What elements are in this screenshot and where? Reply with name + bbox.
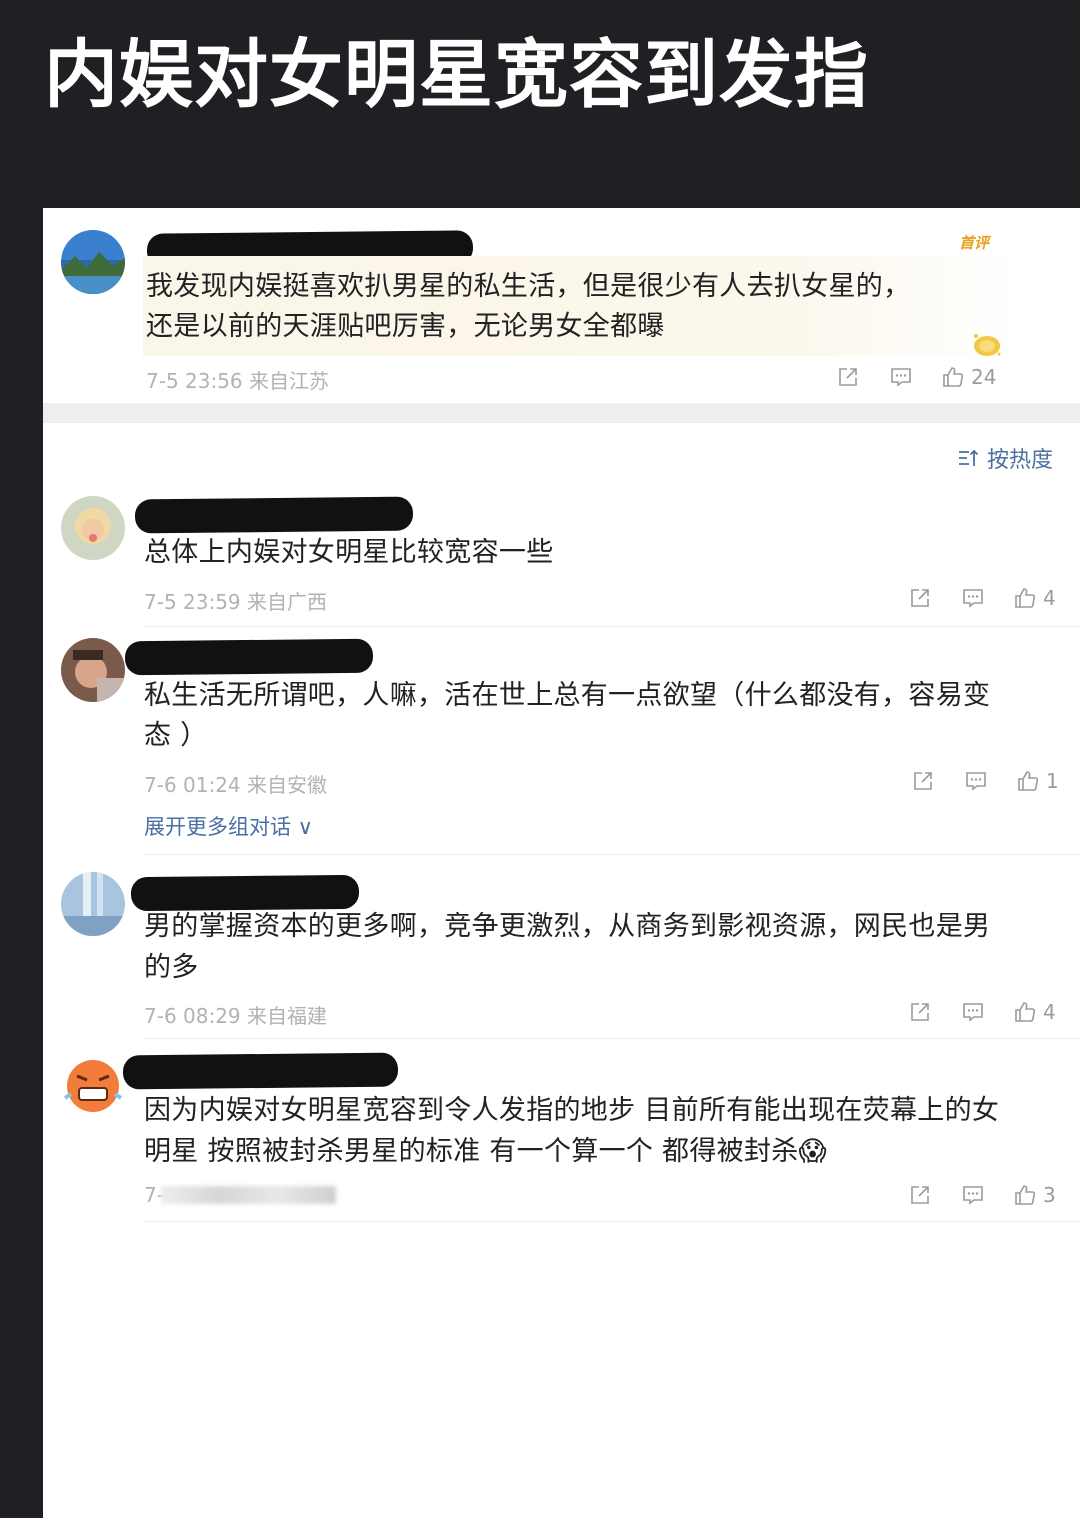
like-icon <box>1015 1185 1036 1205</box>
comment-button[interactable] <box>964 769 988 793</box>
like-count: 3 <box>1043 1183 1056 1207</box>
like-icon <box>1015 1002 1036 1022</box>
expand-conversations-link[interactable]: 展开更多组对话 ∨ <box>144 811 313 841</box>
like-count: 4 <box>1043 1000 1056 1024</box>
comment-button[interactable] <box>961 586 985 610</box>
like-count: 4 <box>1043 586 1056 610</box>
comment-text: 男的掌握资本的更多啊，竞争更激烈，从商务到影视资源，网民也是男 <box>144 911 991 942</box>
share-button[interactable] <box>908 1183 932 1207</box>
share-button[interactable] <box>911 769 935 793</box>
comment-text: 我发现内娱挺喜欢扒男星的私生活，但是很少有人去扒女星的， <box>146 271 911 302</box>
sort-button[interactable]: 按热度 <box>957 442 1053 474</box>
divider <box>144 1221 1080 1222</box>
like-button[interactable]: 24 <box>941 365 996 389</box>
share-icon <box>911 1186 929 1204</box>
comment-text: 的多 <box>144 952 199 983</box>
comment-text: 明星 按照被封杀男星的标准 有一个算一个 都得被封杀😱 <box>144 1136 827 1167</box>
redacted-username <box>122 1052 399 1090</box>
comments-panel: 首评 我发现内娱挺喜欢扒男星的私生活，但是很少有人去扒女星的， 还是以前的天涯贴… <box>43 208 1080 1518</box>
like-icon <box>943 367 964 387</box>
avatar[interactable] <box>61 1054 125 1118</box>
avatar[interactable] <box>61 496 125 560</box>
divider <box>144 854 1080 855</box>
comment-meta: 7-6 01:24 来自安徽 <box>144 773 328 797</box>
sort-label: 按热度 <box>987 448 1054 473</box>
like-button[interactable]: 4 <box>1013 586 1056 610</box>
comment-text: 私生活无所谓吧，人嘛，活在世上总有一点欲望（什么都没有，容易变 <box>144 680 991 711</box>
share-icon <box>914 772 932 790</box>
blurred-meta <box>161 1186 336 1204</box>
redacted-username <box>134 496 414 534</box>
comment-meta: 7-6 08:29 来自福建 <box>144 1004 328 1028</box>
like-button[interactable]: 1 <box>1016 769 1059 793</box>
avatar[interactable] <box>61 230 125 294</box>
like-count: 24 <box>971 365 997 389</box>
sort-icon <box>959 449 979 466</box>
first-comment-badge: 首评 <box>959 234 990 252</box>
avatar[interactable] <box>61 638 125 702</box>
comment-icon <box>963 1003 983 1022</box>
comment-icon <box>963 1186 983 1205</box>
share-icon <box>911 1003 929 1021</box>
section-divider <box>43 403 1080 423</box>
like-button[interactable]: 4 <box>1013 1000 1056 1024</box>
comment-text: 因为内娱对女明星宽容到令人发指的地步 目前所有能出现在荧幕上的女 <box>144 1095 1000 1126</box>
share-button[interactable] <box>908 586 932 610</box>
comment-text: 态 ） <box>144 720 208 751</box>
share-icon <box>839 368 857 386</box>
top-comment: 首评 我发现内娱挺喜欢扒男星的私生活，但是很少有人去扒女星的， 还是以前的天涯贴… <box>43 208 1080 403</box>
share-button[interactable] <box>908 1000 932 1024</box>
divider <box>144 1038 1080 1039</box>
like-button[interactable]: 3 <box>1013 1183 1056 1207</box>
like-count: 1 <box>1046 769 1059 793</box>
headline: 内娱对女明星宽容到发指 <box>44 32 869 118</box>
comment-icon <box>891 368 911 387</box>
comment-text: 还是以前的天涯贴吧厉害，无论男女全都曝 <box>146 311 665 342</box>
avatar[interactable] <box>61 872 125 936</box>
comment-meta: 7-5 23:59 来自广西 <box>144 590 328 614</box>
medal-icon <box>974 334 1001 356</box>
comment-text: 总体上内娱对女明星比较宽容一些 <box>144 537 554 568</box>
comment-button[interactable] <box>889 365 913 389</box>
share-icon <box>911 589 929 607</box>
comment-icon <box>963 589 983 608</box>
comment-button[interactable] <box>961 1183 985 1207</box>
divider <box>144 626 1080 627</box>
comment-icon <box>966 772 986 791</box>
like-icon <box>1015 588 1036 608</box>
comment-meta: 7-5 23:56 来自江苏 <box>146 369 330 393</box>
like-icon <box>1018 771 1039 791</box>
share-button[interactable] <box>836 365 860 389</box>
redacted-username <box>124 638 374 676</box>
comment-button[interactable] <box>961 1000 985 1024</box>
